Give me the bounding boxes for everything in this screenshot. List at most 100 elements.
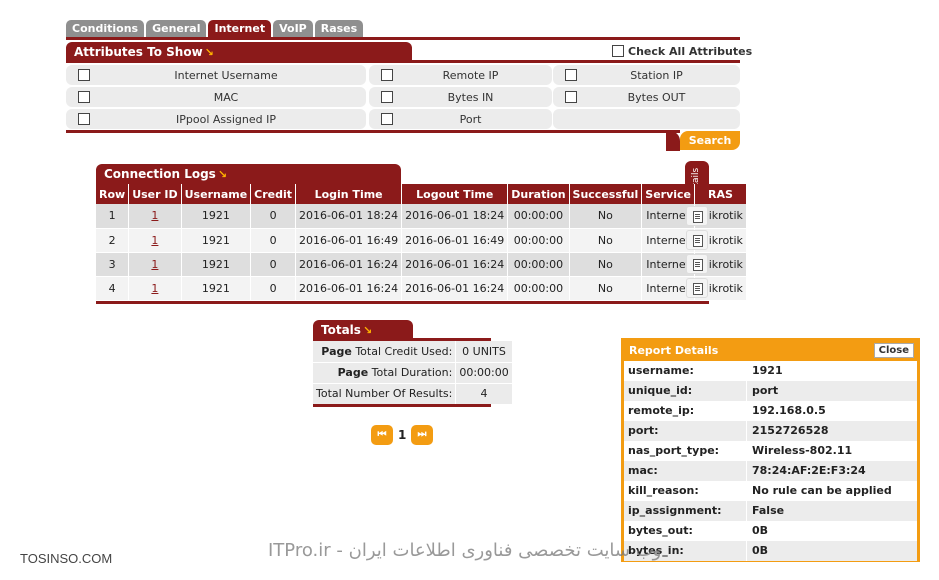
attribute-label: Bytes IN — [447, 90, 494, 104]
column-header[interactable]: Duration — [507, 184, 570, 204]
connection-logs-title: Connection Logs — [104, 167, 216, 181]
report-row: port: 2152726528 — [624, 421, 917, 441]
column-header[interactable]: Successful — [569, 184, 643, 204]
report-key: nas_port_type: — [624, 441, 747, 461]
expand-arrow-icon[interactable]: ↘ — [218, 168, 227, 181]
report-key: unique_id: — [624, 381, 747, 401]
user-id-link[interactable]: 1 — [151, 258, 158, 271]
attribute-ippool-assigned-ip[interactable]: IPpool Assigned IP — [66, 109, 366, 129]
attribute-label: Station IP — [630, 68, 683, 82]
attribute-label: Internet Username — [174, 68, 278, 82]
attributes-bottom-line — [66, 130, 680, 133]
report-row: nas_port_type: Wireless-802.11 — [624, 441, 917, 461]
table-row: 3 1 1921 0 2016-06-01 16:24 2016-06-01 1… — [96, 252, 747, 277]
tab-conditions[interactable]: Conditions — [66, 20, 145, 38]
cell-username: 1921 — [181, 228, 252, 253]
search-button[interactable]: Search — [680, 131, 740, 150]
attributes-header: Attributes To Show ↘ — [66, 42, 412, 62]
attribute-bytes-out[interactable]: Bytes OUT — [553, 87, 740, 107]
details-icon[interactable] — [686, 206, 708, 226]
tab-rases[interactable]: Rases — [314, 20, 364, 38]
check-all-label: Check All Attributes — [628, 44, 753, 58]
current-page-number[interactable]: 1 — [398, 428, 406, 442]
totals-key: Total Number Of Results: — [313, 383, 456, 405]
report-tabs: Conditions General Internet VoIP Rases — [66, 20, 364, 38]
close-button[interactable]: Close — [873, 343, 914, 358]
tab-general[interactable]: General — [146, 20, 207, 38]
attribute-label: Port — [459, 112, 482, 126]
report-row: unique_id: port — [624, 381, 917, 401]
column-header[interactable]: Username — [181, 184, 252, 204]
cell-successful: No — [569, 228, 643, 253]
totals-row: Total Number Of Results: 4 — [313, 383, 512, 405]
last-page-icon[interactable]: ⏭ — [411, 425, 433, 445]
user-id-link[interactable]: 1 — [151, 234, 158, 247]
cell-successful: No — [569, 204, 643, 229]
attributes-divider — [66, 60, 740, 63]
cell-duration: 00:00:00 — [507, 252, 570, 277]
totals-key-text: Total Number Of Results: — [316, 387, 453, 400]
attribute-checkbox[interactable] — [78, 113, 90, 125]
column-header[interactable]: User ID — [128, 184, 182, 204]
attribute-checkbox[interactable] — [381, 69, 393, 81]
attribute-checkbox[interactable] — [78, 91, 90, 103]
attribute-checkbox[interactable] — [381, 113, 393, 125]
cell-user-id: 1 — [128, 276, 182, 301]
cell-logout-time: 2016-06-01 18:24 — [401, 204, 509, 229]
cell-user-id: 1 — [128, 228, 182, 253]
report-details-popup: Report Details Close username: 1921 uniqu… — [621, 338, 920, 562]
totals-key: Page Total Duration: — [313, 362, 456, 384]
cell-duration: 00:00:00 — [507, 276, 570, 301]
report-key: port: — [624, 421, 747, 441]
check-all-attributes[interactable]: Check All Attributes — [612, 43, 752, 59]
report-value: port — [752, 384, 779, 397]
user-id-link[interactable]: 1 — [151, 282, 158, 295]
attribute-checkbox[interactable] — [381, 91, 393, 103]
cell-credit: 0 — [250, 228, 297, 253]
attribute-bytes-in[interactable]: Bytes IN — [369, 87, 552, 107]
tab-voip[interactable]: VoIP — [273, 20, 313, 38]
report-value: 192.168.0.5 — [752, 404, 826, 417]
cell-login-time: 2016-06-01 18:24 — [295, 204, 403, 229]
attribute-checkbox[interactable] — [565, 91, 577, 103]
cell-credit: 0 — [250, 276, 297, 301]
report-row: remote_ip: 192.168.0.5 — [624, 401, 917, 421]
watermark-itpro: ITPro.ir - وب سایت تخصصی فناوری اطلاعات … — [268, 540, 662, 561]
tab-underline — [66, 37, 740, 40]
cell-username: 1921 — [181, 252, 252, 277]
attribute-mac[interactable]: MAC — [66, 87, 366, 107]
column-header[interactable]: Login Time — [295, 184, 403, 204]
cell-username: 1921 — [181, 204, 252, 229]
details-icon[interactable] — [686, 254, 708, 274]
column-header[interactable]: Credit — [250, 184, 297, 204]
attribute-remote-ip[interactable]: Remote IP — [369, 65, 552, 85]
check-all-checkbox[interactable] — [612, 45, 624, 57]
totals-row: Page Total Duration: 00:00:00 — [313, 362, 512, 384]
user-id-link[interactable]: 1 — [151, 209, 158, 222]
table-header-row: Row User ID Username Credit Login Time L… — [96, 184, 747, 204]
attribute-station-ip[interactable]: Station IP — [553, 65, 740, 85]
expand-arrow-icon[interactable]: ↘ — [205, 46, 214, 59]
totals-bottom-line — [313, 404, 491, 407]
attribute-checkbox[interactable] — [78, 69, 90, 81]
cell-logout-time: 2016-06-01 16:24 — [401, 276, 509, 301]
details-icon[interactable] — [686, 278, 708, 298]
report-row: mac: 78:24:AF:2E:F3:24 — [624, 461, 917, 481]
column-header[interactable]: Service — [641, 184, 696, 204]
table-row: 1 1 1921 0 2016-06-01 18:24 2016-06-01 1… — [96, 204, 747, 229]
attribute-port[interactable]: Port — [369, 109, 552, 129]
column-header[interactable]: Row — [96, 184, 130, 204]
first-page-icon[interactable]: ⏮ — [371, 425, 393, 445]
report-key: username: — [624, 361, 747, 381]
totals-table: Page Total Credit Used: 0 UNITS Page Tot… — [313, 341, 512, 405]
attribute-checkbox[interactable] — [565, 69, 577, 81]
tab-internet[interactable]: Internet — [208, 20, 272, 38]
column-header[interactable]: Logout Time — [401, 184, 509, 204]
connection-logs-header: Connection Logs ↘ — [96, 164, 401, 184]
details-icon[interactable] — [686, 230, 708, 250]
column-header[interactable]: RAS — [694, 184, 747, 204]
expand-arrow-icon[interactable]: ↘ — [363, 324, 372, 337]
watermark-tosinso: TOSINSO.COM — [20, 551, 113, 566]
attribute-label: Remote IP — [442, 68, 499, 82]
attribute-internet-username[interactable]: Internet Username — [66, 65, 366, 85]
